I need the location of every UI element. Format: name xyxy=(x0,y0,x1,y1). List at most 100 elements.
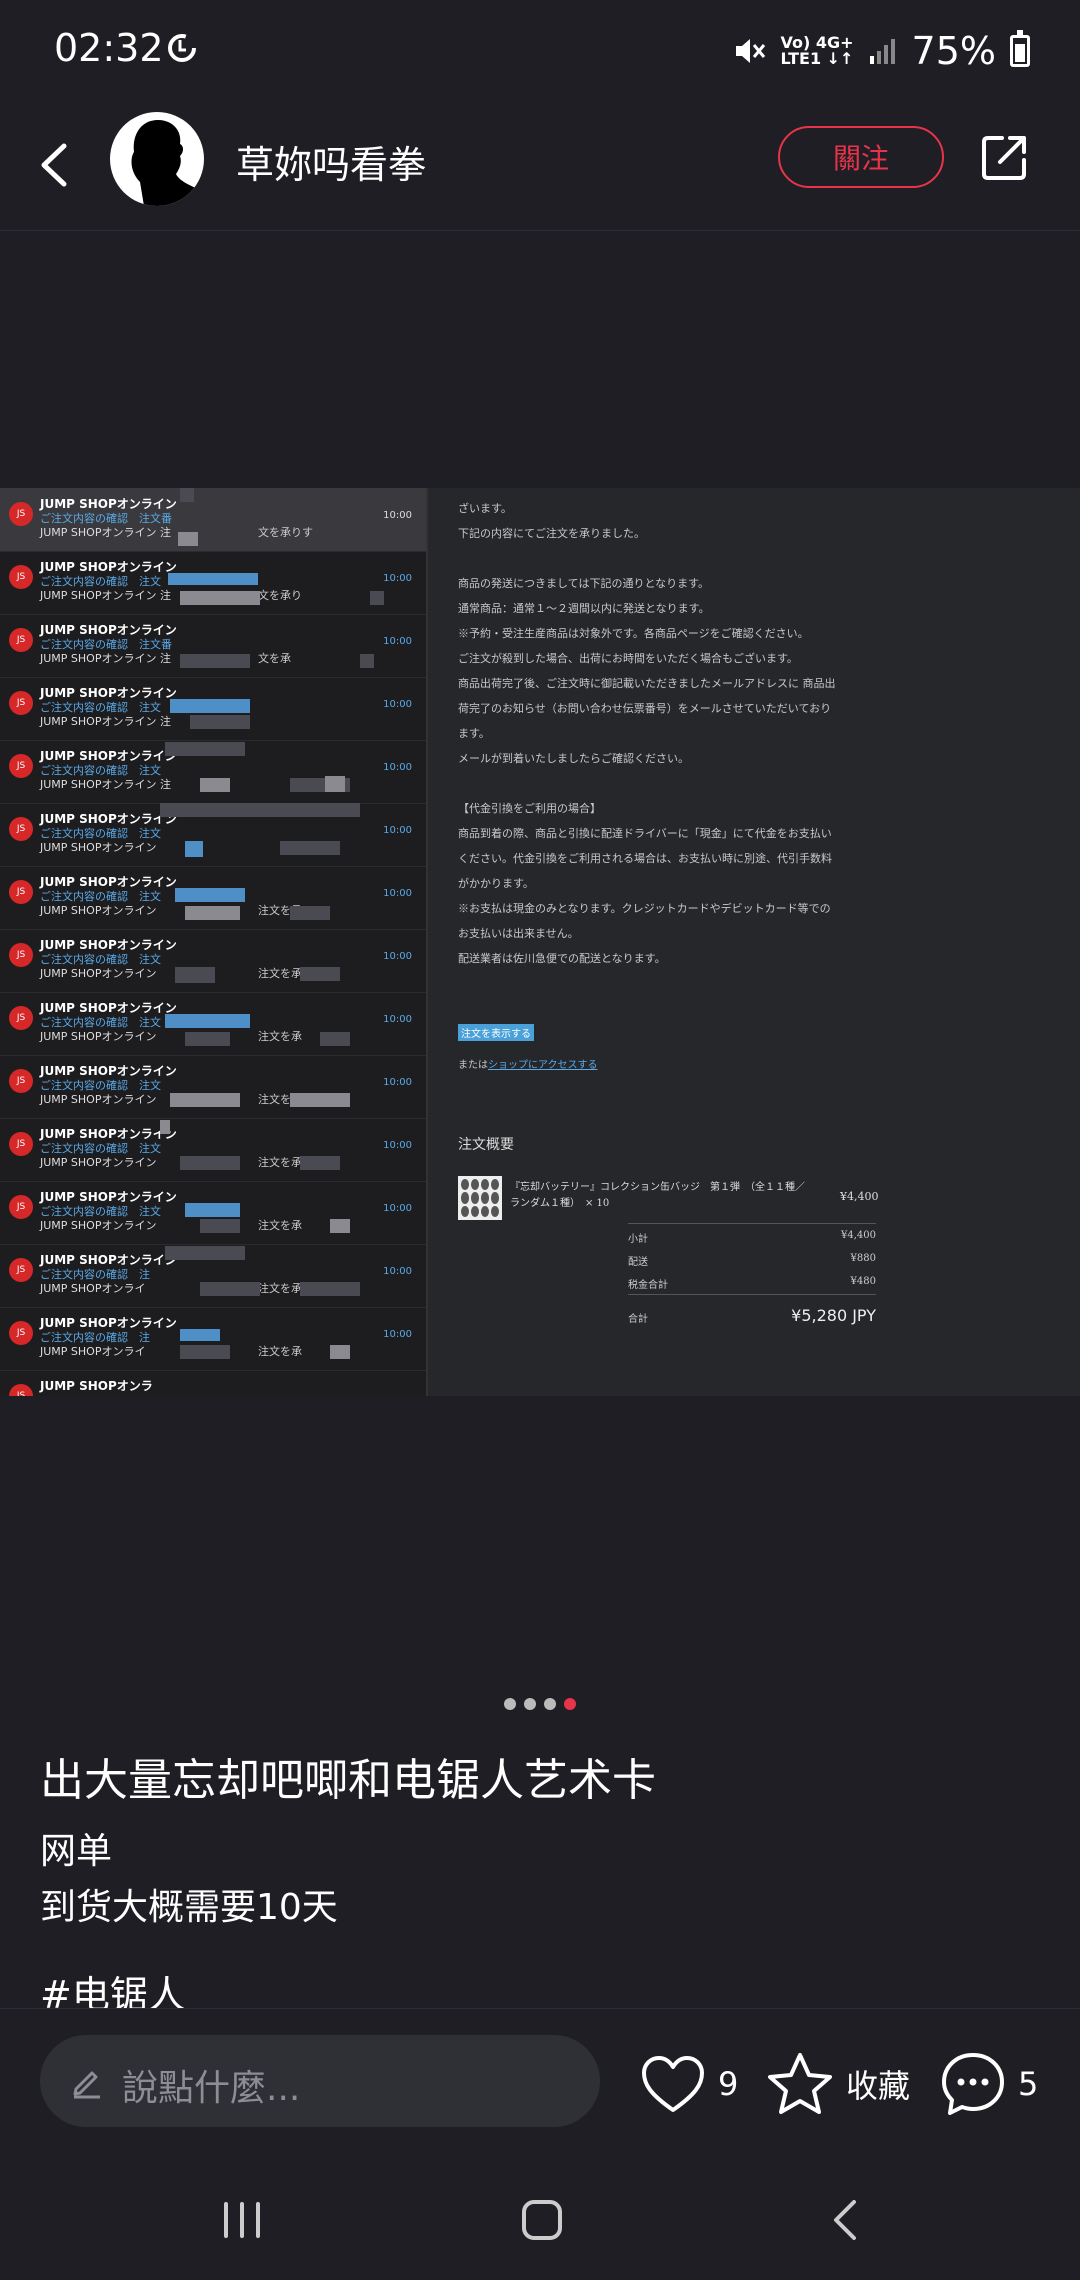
mosaic-blur xyxy=(290,906,330,920)
sender-avatar: JS xyxy=(9,880,33,904)
battery-icon xyxy=(1010,30,1030,67)
mosaic-blur xyxy=(165,1014,250,1028)
comment-button[interactable]: 5 xyxy=(940,2049,1038,2119)
pager-dot xyxy=(504,1698,516,1710)
mosaic-blur xyxy=(160,1120,170,1134)
mail-time: 10:00 xyxy=(383,1203,412,1214)
data-saver-icon xyxy=(168,34,196,62)
system-nav-bar xyxy=(0,2160,1080,2280)
home-icon[interactable] xyxy=(512,2190,572,2250)
subtotal-row: 小計 ¥4,400 xyxy=(628,1230,876,1245)
post-image[interactable]: JS JUMP SHOPオンライン ご注文内容の確認 注文番 JUMP SHOPオンラ… xyxy=(0,488,1080,1396)
mosaic-blur xyxy=(325,776,345,792)
mail-body-line: 荷完了のお知らせ（お問い合わせ伝票番号）をメールさせていただいており xyxy=(458,702,832,715)
collect-button[interactable]: 收藏 xyxy=(766,2049,910,2119)
mail-time: 10:00 xyxy=(383,1077,412,1088)
mail-list-item: JS JUMP SHOPオンライン ご注文内容の確認 注文 JUMP SHOPオンライ… xyxy=(0,1181,426,1245)
mosaic-blur xyxy=(175,967,215,983)
mosaic-blur xyxy=(300,967,340,981)
mail-list-item: JS JUMP SHOPオンラ xyxy=(0,1370,426,1396)
mail-body-line: ※予約・受注生産商品は対象外です。各商品ページをご確認ください。 xyxy=(458,627,809,640)
recent-apps-icon[interactable] xyxy=(212,2190,272,2250)
tax-row: 税金合計 ¥480 xyxy=(628,1276,876,1291)
share-icon[interactable] xyxy=(980,132,1030,182)
mosaic-blur xyxy=(180,1156,240,1170)
mail-list-item: JS JUMP SHOPオンライン ご注文内容の確認 注文 JUMP SHOPオンライ… xyxy=(0,1118,426,1182)
mail-body-line: ざいます。 xyxy=(458,502,512,515)
sender-avatar: JS xyxy=(9,691,33,715)
mail-preview: JUMP SHOPオンライン 注 xyxy=(40,526,171,539)
mail-preview: JUMP SHOPオンライン xyxy=(40,1030,157,1043)
mail-preview: JUMP SHOPオンライ xyxy=(40,1345,146,1358)
network-indicator: Vo) 4G+ LTE1 ↓↑ xyxy=(780,33,854,68)
mosaic-blur xyxy=(175,888,245,902)
mail-body-line: ご注文が殺到した場合、出荷にお時間をいただく場合もございます。 xyxy=(458,652,798,665)
silhouette-icon xyxy=(110,112,204,206)
mail-body-line: 【代金引換をご利用の場合】 xyxy=(458,802,601,815)
image-pager xyxy=(0,1698,1080,1710)
author-name[interactable]: 草妳吗看拳 xyxy=(236,134,426,189)
mail-body-line: ※お支払は現金のみとなります。クレジットカードやデビットカード等での xyxy=(458,902,831,915)
sender-avatar: JS xyxy=(9,1069,33,1093)
mosaic-blur xyxy=(165,1246,245,1260)
follow-button[interactable]: 關注 xyxy=(778,126,944,188)
mosaic-blur xyxy=(330,1219,350,1233)
mosaic-blur xyxy=(180,1345,230,1359)
mail-snippet: 注文を承 xyxy=(258,1345,302,1358)
mail-list-item: JS JUMP SHOPオンライン ご注文内容の確認 注文 JUMP SHOPオンライ… xyxy=(0,677,426,741)
like-button[interactable]: 9 xyxy=(640,2049,738,2119)
post-body-line: 到货大概需要10天 xyxy=(40,1887,338,1928)
mail-time: 10:00 xyxy=(383,510,412,521)
mosaic-blur xyxy=(360,654,374,668)
post-body-line: 网单 xyxy=(40,1831,113,1872)
comment-input[interactable]: 說點什麼... xyxy=(40,2035,600,2127)
like-count: 9 xyxy=(718,2065,739,2103)
mail-list-item: JS JUMP SHOPオンライン ご注文内容の確認 注文番 JUMP SHOPオンラ… xyxy=(0,614,426,678)
mail-time: 10:00 xyxy=(383,573,412,584)
sender-avatar: JS xyxy=(9,817,33,841)
product-thumbnail xyxy=(458,1176,502,1220)
mail-time: 10:00 xyxy=(383,636,412,647)
author-avatar[interactable] xyxy=(110,112,204,206)
mosaic-blur xyxy=(180,654,250,668)
heart-icon xyxy=(642,2056,704,2112)
mail-list-item: JS JUMP SHOPオンライン ご注文内容の確認 注 JUMP SHOPオンライ 1… xyxy=(0,1244,426,1308)
status-bar: 02:32 Vo) 4G+ LTE1 ↓↑ 75% xyxy=(0,0,1080,100)
mail-list-item: JS JUMP SHOPオンライン ご注文内容の確認 注文 JUMP SHOPオンライ… xyxy=(0,866,426,930)
product-price: ¥4,400 xyxy=(840,1190,879,1203)
signal-icon xyxy=(869,39,895,64)
mail-body-line: ください。代金引換をご利用される場合は、お支払い時に別途、代引手数料 xyxy=(458,852,832,865)
mail-time: 10:00 xyxy=(383,762,412,773)
mail-body-text: ざいます。 下記の内容にてご注文を承りました。 商品の発送につきましては下記の通り… xyxy=(458,496,1038,971)
mosaic-blur xyxy=(160,803,360,817)
back-icon[interactable] xyxy=(816,2190,876,2250)
mosaic-blur xyxy=(200,1219,240,1233)
sender-avatar: JS xyxy=(9,943,33,967)
mail-list-item: JS JUMP SHOPオンライン ご注文内容の確認 注文番 JUMP SHOPオンラ… xyxy=(0,488,426,552)
mosaic-blur xyxy=(178,532,198,546)
mail-preview: JUMP SHOPオンライン xyxy=(40,1093,157,1106)
mail-time: 10:00 xyxy=(383,825,412,836)
mail-time: 10:00 xyxy=(383,1140,412,1151)
mosaic-blur xyxy=(165,742,245,756)
mail-body-line: 配送業者は佐川急便での配送となります。 xyxy=(458,952,666,965)
status-time: 02:32 xyxy=(54,26,164,70)
mail-body-line xyxy=(458,546,1038,571)
sender-avatar: JS xyxy=(9,1006,33,1030)
mail-list-item: JS JUMP SHOPオンライン ご注文内容の確認 注文 JUMP SHOPオンライ… xyxy=(0,803,426,867)
order-summary-title: 注文概要 xyxy=(458,1137,514,1153)
sender-avatar: JS xyxy=(9,1132,33,1156)
mail-preview: JUMP SHOPオンライン xyxy=(40,1156,157,1169)
pager-dot xyxy=(524,1698,536,1710)
mosaic-blur xyxy=(300,1156,340,1170)
mail-preview: JUMP SHOPオンライン 注 xyxy=(40,652,171,665)
divider xyxy=(628,1294,876,1295)
mail-snippet: 注文を承 xyxy=(258,967,302,980)
back-arrow-icon[interactable] xyxy=(30,130,80,200)
mail-preview: JUMP SHOPオンライン xyxy=(40,904,157,917)
mail-time: 10:00 xyxy=(383,1014,412,1025)
mosaic-blur xyxy=(185,1032,230,1046)
sender-avatar: JS xyxy=(9,1321,33,1345)
mail-time: 10:00 xyxy=(383,951,412,962)
mail-list-item: JS JUMP SHOPオンライン ご注文内容の確認 注文 JUMP SHOPオンライ… xyxy=(0,1055,426,1119)
